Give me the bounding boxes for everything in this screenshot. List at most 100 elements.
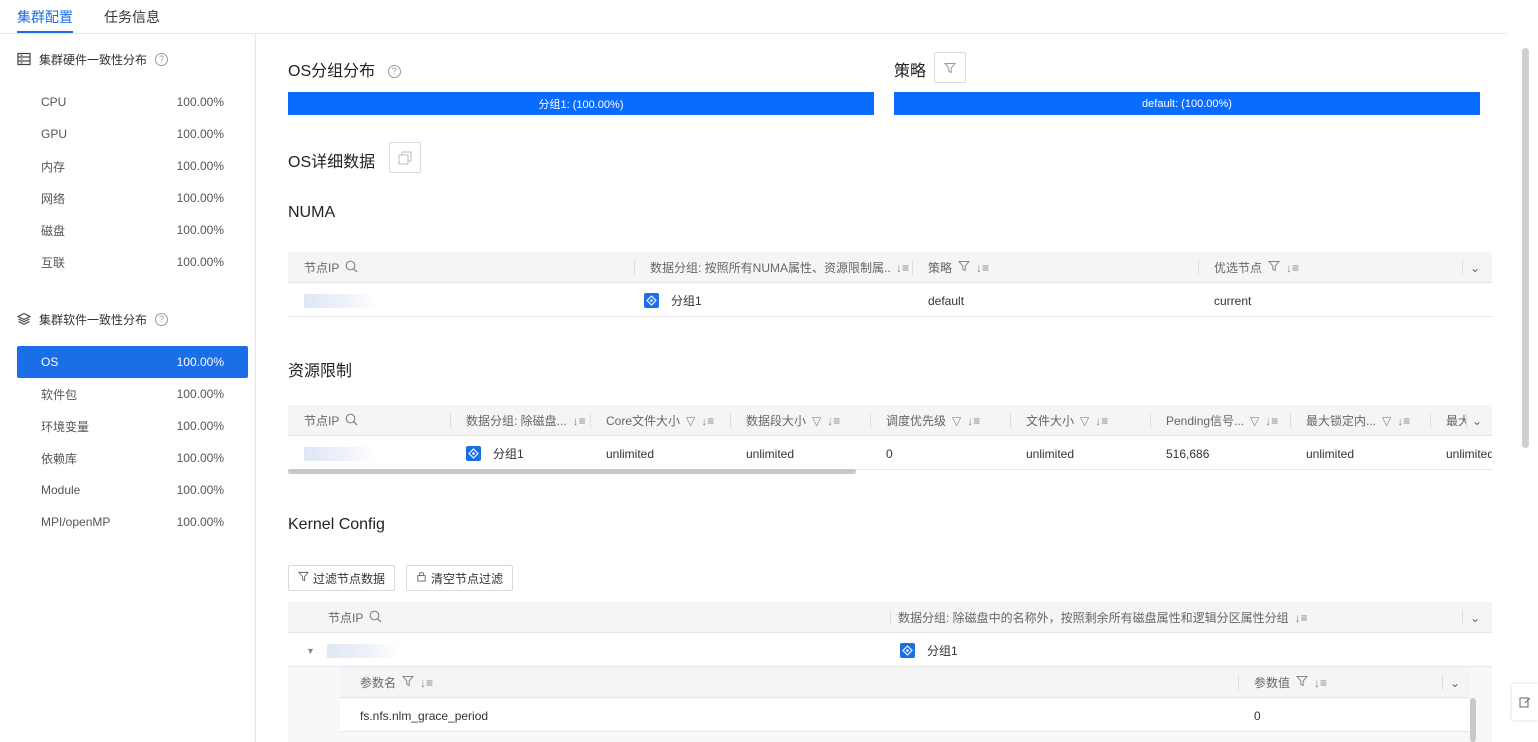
policy-bar[interactable]: default: (100.00%) [894,92,1480,115]
search-icon[interactable] [369,610,382,626]
sort-icon[interactable]: ↓≡ [1286,261,1299,275]
sort-icon[interactable]: ↓≡ [1397,414,1410,428]
page-vertical-scrollbar[interactable] [1522,48,1529,448]
os-group-bar[interactable]: 分组1: (100.00%) [288,92,874,115]
sidebar-item-interconnect[interactable]: 互联 100.00% [17,246,248,278]
feedback-edit-icon[interactable] [1512,684,1538,720]
policy-filter-button[interactable] [934,52,966,83]
col-data-group[interactable]: 数据分组: 按照所有NUMA属性、资源限制属... ↓≡ [634,252,912,283]
col-max-more[interactable]: 最大 [1430,405,1466,435]
help-icon[interactable]: ? [155,52,169,66]
os-detail-copy-button[interactable] [389,142,421,173]
sidebar-item-mpi[interactable]: MPI/openMP 100.00% [17,506,248,538]
sort-icon[interactable]: ↓≡ [827,414,840,428]
col-node-ip[interactable]: 节点IP [288,252,634,283]
sidebar-item-memory[interactable]: 内存 100.00% [17,150,248,182]
column-settings[interactable]: ⌄ [1466,405,1492,435]
col-core-file-size[interactable]: Core文件大小 ▽ ↓≡ [590,405,730,435]
sort-icon[interactable]: ↓≡ [420,676,433,690]
col-param-name[interactable]: 参数名 ↓≡ [340,667,1238,698]
sidebar-item-network[interactable]: 网络 100.00% [17,182,248,214]
nested-vertical-scrollbar[interactable] [1470,698,1476,742]
table-row[interactable]: 分组1 default current [288,284,1492,317]
col-label: 节点IP [304,414,340,428]
tab-task-info[interactable]: 任务信息 [104,7,160,27]
filter-icon[interactable] [401,675,415,690]
sidebar-item-gpu[interactable]: GPU 100.00% [17,118,248,150]
filter-icon[interactable] [957,260,971,275]
search-icon[interactable] [345,413,358,429]
sidebar-item-os[interactable]: OS 100.00% [17,346,248,378]
filter-icon[interactable]: ▽ [1250,414,1259,428]
help-icon[interactable]: ? [387,64,401,78]
sort-icon[interactable]: ↓≡ [1295,611,1308,625]
sidebar-item-packages[interactable]: 软件包 100.00% [17,378,248,410]
button-label: 清空节点过滤 [431,571,504,586]
col-data-seg-size[interactable]: 数据段大小 ▽ ↓≡ [730,405,870,435]
filter-icon[interactable] [1267,260,1281,275]
sidebar-item-value: 100.00% [176,191,224,205]
col-max-locked-mem[interactable]: 最大锁定内... ▽ ↓≡ [1290,405,1430,435]
filter-icon[interactable]: ▽ [686,414,695,428]
sort-icon[interactable]: ↓≡ [976,261,989,275]
column-settings[interactable]: ⌄ [1462,602,1492,633]
sort-icon[interactable]: ↓≡ [701,414,714,428]
filter-icon[interactable] [1295,675,1309,690]
filter-icon[interactable]: ▽ [1080,414,1089,428]
sort-icon[interactable]: ↓≡ [967,414,980,428]
col-policy[interactable]: 策略 ↓≡ [912,252,1204,283]
col-label: 数据段大小 [746,414,807,428]
col-param-value[interactable]: 参数值 ↓≡ [1238,667,1442,698]
help-icon[interactable]: ? [155,312,169,326]
sort-icon[interactable]: ↓≡ [573,414,586,428]
col-data-group[interactable]: 数据分组: 除磁盘... ↓≡ [450,405,590,435]
col-label: 节点IP [328,611,364,625]
clear-filter-button[interactable]: 清空节点过滤 [406,565,514,591]
chevron-double-down-icon[interactable]: ⌄ [1470,261,1480,275]
os-detail-title: OS详细数据 [288,154,376,171]
sidebar-item-label: CPU [41,95,67,109]
sidebar-item-env-vars[interactable]: 环境变量 100.00% [17,410,248,442]
sidebar-item-cpu[interactable]: CPU 100.00% [17,86,248,118]
table-row[interactable]: 分组1 unlimited unlimited 0 unlimited 516,… [288,437,1492,470]
sort-icon[interactable]: ↓≡ [896,261,909,275]
sort-icon[interactable]: ↓≡ [1314,676,1327,690]
sidebar-item-label: 依赖库 [41,451,78,466]
col-pending-signals[interactable]: Pending信号... ▽ ↓≡ [1150,405,1290,435]
caret-down-icon[interactable]: ▼ [306,646,315,656]
filter-nodes-button[interactable]: 过滤节点数据 [288,565,396,591]
sidebar-item-value: 100.00% [176,255,224,269]
filter-icon[interactable]: ▽ [812,414,821,428]
col-node-ip[interactable]: 节点IP [288,405,446,435]
column-settings[interactable]: ⌄ [1442,667,1470,698]
sidebar-item-disk[interactable]: 磁盘 100.00% [17,214,248,246]
col-data-group[interactable]: 数据分组: 除磁盘中的名称外，按照剩余所有磁盘属性和逻辑分区属性分组 ↓≡ [890,602,1462,633]
layers-icon [17,312,31,326]
col-preferred-node[interactable]: 优选节点 ↓≡ [1198,252,1462,283]
group-cell: 分组1 [634,284,912,317]
filter-icon[interactable]: ▽ [1382,414,1391,428]
horizontal-scrollbar[interactable] [288,469,856,474]
col-file-size[interactable]: 文件大小 ▽ ↓≡ [1010,405,1150,435]
col-node-ip[interactable]: 节点IP [288,602,890,633]
hardware-section-title: 集群硬件一致性分布 ? [17,50,169,68]
chevron-double-down-icon[interactable]: ⌄ [1470,611,1480,625]
sidebar-item-label: OS [41,355,59,369]
column-settings[interactable]: ⌄ [1462,252,1492,283]
sort-icon[interactable]: ↓≡ [1095,414,1108,428]
table-row[interactable]: fs.nfs.nlm_grace_period 0 [340,699,1470,732]
chevron-double-down-icon[interactable]: ⌄ [1450,676,1460,690]
sidebar-item-value: 100.00% [176,483,224,497]
kernel-table-header: 节点IP 数据分组: 除磁盘中的名称外，按照剩余所有磁盘属性和逻辑分区属性分组 ↓… [288,602,1492,633]
sort-icon[interactable]: ↓≡ [1265,414,1278,428]
search-icon[interactable] [345,260,358,276]
filter-icon[interactable]: ▽ [952,414,961,428]
tab-cluster-config[interactable]: 集群配置 [17,7,73,27]
sidebar-item-libraries[interactable]: 依赖库 100.00% [17,442,248,474]
sidebar-item-module[interactable]: Module 100.00% [17,474,248,506]
table-row[interactable]: ▼ 分组1 [288,634,1492,667]
filter-icon [297,571,310,585]
resource-table-header: 节点IP 数据分组: 除磁盘... ↓≡ Core文件大小 ▽ ↓≡ 数据段大小 ▽ ↓≡… [288,405,1492,436]
chevron-double-down-icon[interactable]: ⌄ [1472,414,1482,428]
col-sched-priority[interactable]: 调度优先级 ▽ ↓≡ [870,405,1010,435]
